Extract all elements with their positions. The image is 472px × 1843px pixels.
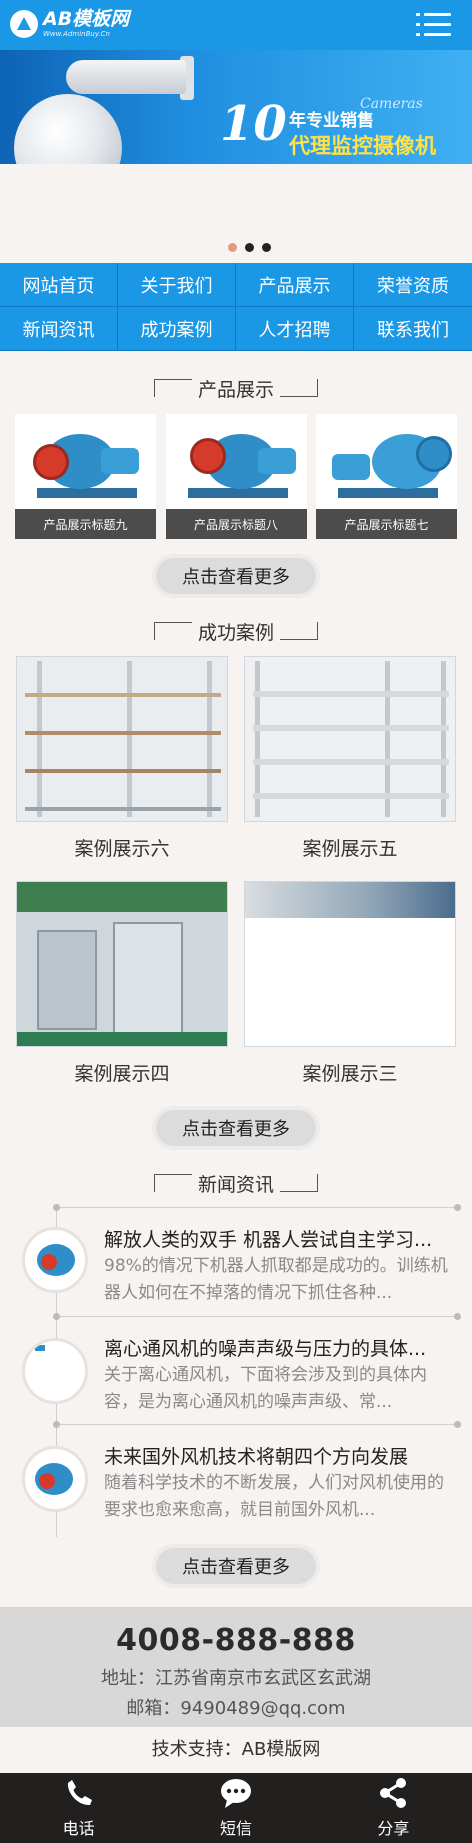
tab-sms[interactable]: 短信 <box>157 1773 314 1843</box>
products-section-title: 产品展示 <box>0 376 472 401</box>
product-caption: 产品展示标题九 <box>15 509 156 539</box>
product-image <box>15 414 156 510</box>
news-item-title: 未来国外风机技术将朝四个方向发展 <box>104 1446 409 1468</box>
news-section-title: 新闻资讯 <box>0 1171 472 1196</box>
news-item-summary: 98%的情况下机器人抓取都是成功的。训练机器人如何在不掉落的情况下抓住各种... <box>104 1256 448 1303</box>
news-thumbnail <box>22 1227 88 1293</box>
logo[interactable]: AB模板网 Www.AdminBuy.Cn <box>10 10 129 38</box>
case-caption: 案例展示四 <box>74 1063 170 1085</box>
tab-sms-label: 短信 <box>219 1819 252 1838</box>
nav-item-cases[interactable]: 成功案例 <box>118 307 236 351</box>
products-title: 产品展示 <box>197 378 274 401</box>
nav-item-jobs[interactable]: 人才招聘 <box>236 307 354 351</box>
news-item[interactable]: 未来国外风机技术将朝四个方向发展 随着科学技术的不断发展，人们对风机使用的要求也… <box>0 1421 472 1532</box>
news-item[interactable]: 解放人类的双手 机器人尝试自主学习... 98%的情况下机器人抓取都是成功的。训… <box>0 1204 472 1315</box>
news-item-summary: 关于离心通风机，下面将会涉及到的具体内容，是为离心通风机的噪声声级、常... <box>104 1365 427 1412</box>
news-item-title: 离心通风机的噪声声级与压力的具体... <box>104 1338 427 1360</box>
menu-icon[interactable] <box>416 12 452 38</box>
cases-more-button[interactable]: 点击查看更多 <box>156 1110 316 1146</box>
product-image <box>166 414 307 510</box>
product-card[interactable]: 产品展示标题八 <box>165 414 307 539</box>
product-card[interactable]: 产品展示标题九 <box>15 414 156 539</box>
news-item-summary: 随着科学技术的不断发展，人们对风机使用的要求也愈来愈高，就目前国外风机... <box>104 1473 444 1520</box>
contact-address: 地址：江苏省南京市玄武区玄武湖 <box>101 1668 371 1689</box>
case-caption: 案例展示六 <box>74 838 170 860</box>
products-more-button[interactable]: 点击查看更多 <box>156 558 316 594</box>
tab-share[interactable]: 分享 <box>315 1773 472 1843</box>
banner-slide[interactable]: 10 年专业销售 Cameras 代理监控摄像机 <box>0 50 472 164</box>
header: AB模板网 Www.AdminBuy.Cn <box>0 0 472 50</box>
slider-dots <box>228 243 271 252</box>
banner-number: 10 <box>220 96 287 152</box>
sms-icon <box>220 1779 251 1808</box>
title-bracket-right <box>280 379 318 397</box>
news-item-title: 解放人类的双手 机器人尝试自主学习... <box>104 1229 433 1251</box>
title-bracket-left <box>153 379 192 397</box>
case-card[interactable]: 案例展示六 <box>16 656 228 861</box>
news-thumbnail <box>22 1446 88 1512</box>
product-caption: 产品展示标题七 <box>316 509 457 539</box>
banner-subheadline: 代理监控摄像机 <box>289 134 436 158</box>
nav-item-contact[interactable]: 联系我们 <box>354 307 472 351</box>
product-list: 产品展示标题九 产品展示标题八 产品展示标题七 <box>15 414 457 539</box>
logo-text: AB模板网 Www.AdminBuy.Cn <box>43 10 129 38</box>
news-more-button[interactable]: 点击查看更多 <box>156 1548 316 1584</box>
case-image <box>16 881 228 1047</box>
news-divider <box>53 1313 461 1320</box>
phone-icon <box>67 1780 92 1806</box>
news-divider <box>53 1204 461 1211</box>
tech-support[interactable]: 技术支持：AB模版网 <box>0 1727 472 1773</box>
cases-section-title: 成功案例 <box>0 619 472 644</box>
nav-item-products[interactable]: 产品展示 <box>236 263 354 307</box>
title-bracket-right <box>280 622 318 640</box>
logo-subtitle: Www.AdminBuy.Cn <box>43 30 110 38</box>
logo-name: AB模板网 <box>43 8 130 30</box>
tab-phone-label: 电话 <box>62 1819 95 1838</box>
camera-dome-image <box>14 94 122 164</box>
case-image <box>244 881 456 1047</box>
cases-title: 成功案例 <box>197 621 274 644</box>
nav-item-news[interactable]: 新闻资讯 <box>0 307 118 351</box>
case-caption: 案例展示三 <box>302 1063 398 1085</box>
case-image <box>16 656 228 822</box>
case-card[interactable]: 案例展示四 <box>16 881 228 1086</box>
slider-dot-1[interactable] <box>228 243 237 252</box>
slider-dot-3[interactable] <box>262 243 271 252</box>
product-caption: 产品展示标题八 <box>165 509 307 539</box>
contact-email[interactable]: 邮箱：9490489@qq.com <box>0 1694 472 1720</box>
camera-arm <box>66 60 186 94</box>
share-icon <box>380 1778 407 1808</box>
case-image <box>244 656 456 822</box>
product-card[interactable]: 产品展示标题七 <box>316 414 457 539</box>
title-bracket-left <box>153 622 192 640</box>
tab-phone[interactable]: 电话 <box>0 1773 157 1843</box>
logo-mark-icon <box>10 10 38 38</box>
nav-item-home[interactable]: 网站首页 <box>0 263 118 307</box>
title-bracket-left <box>153 1174 192 1192</box>
nav-item-honors[interactable]: 荣誉资质 <box>354 263 472 307</box>
product-image <box>316 414 457 510</box>
case-caption: 案例展示五 <box>302 838 398 860</box>
news-item[interactable]: 离心通风机的噪声声级与压力的具体... 关于离心通风机，下面将会涉及到的具体内容… <box>0 1313 472 1424</box>
news-divider <box>53 1421 461 1428</box>
main-nav: 网站首页 关于我们 产品展示 荣誉资质 新闻资讯 成功案例 人才招聘 联系我们 <box>0 263 472 351</box>
tab-share-label: 分享 <box>377 1819 410 1838</box>
nav-item-about[interactable]: 关于我们 <box>118 263 236 307</box>
banner-cameras-text: Cameras <box>360 96 423 112</box>
news-title: 新闻资讯 <box>197 1173 274 1196</box>
bottom-tabbar: 电话 短信 分享 <box>0 1773 472 1843</box>
news-thumbnail <box>22 1338 88 1404</box>
case-card[interactable]: 案例展示五 <box>244 656 456 861</box>
contact-phone[interactable]: 4008-888-888 <box>0 1623 472 1658</box>
case-card[interactable]: 案例展示三 <box>244 881 456 1086</box>
title-bracket-right <box>280 1174 318 1192</box>
contact-section: 4008-888-888 地址：江苏省南京市玄武区玄武湖 邮箱：9490489@… <box>0 1607 472 1727</box>
slider-dot-2[interactable] <box>245 243 254 252</box>
